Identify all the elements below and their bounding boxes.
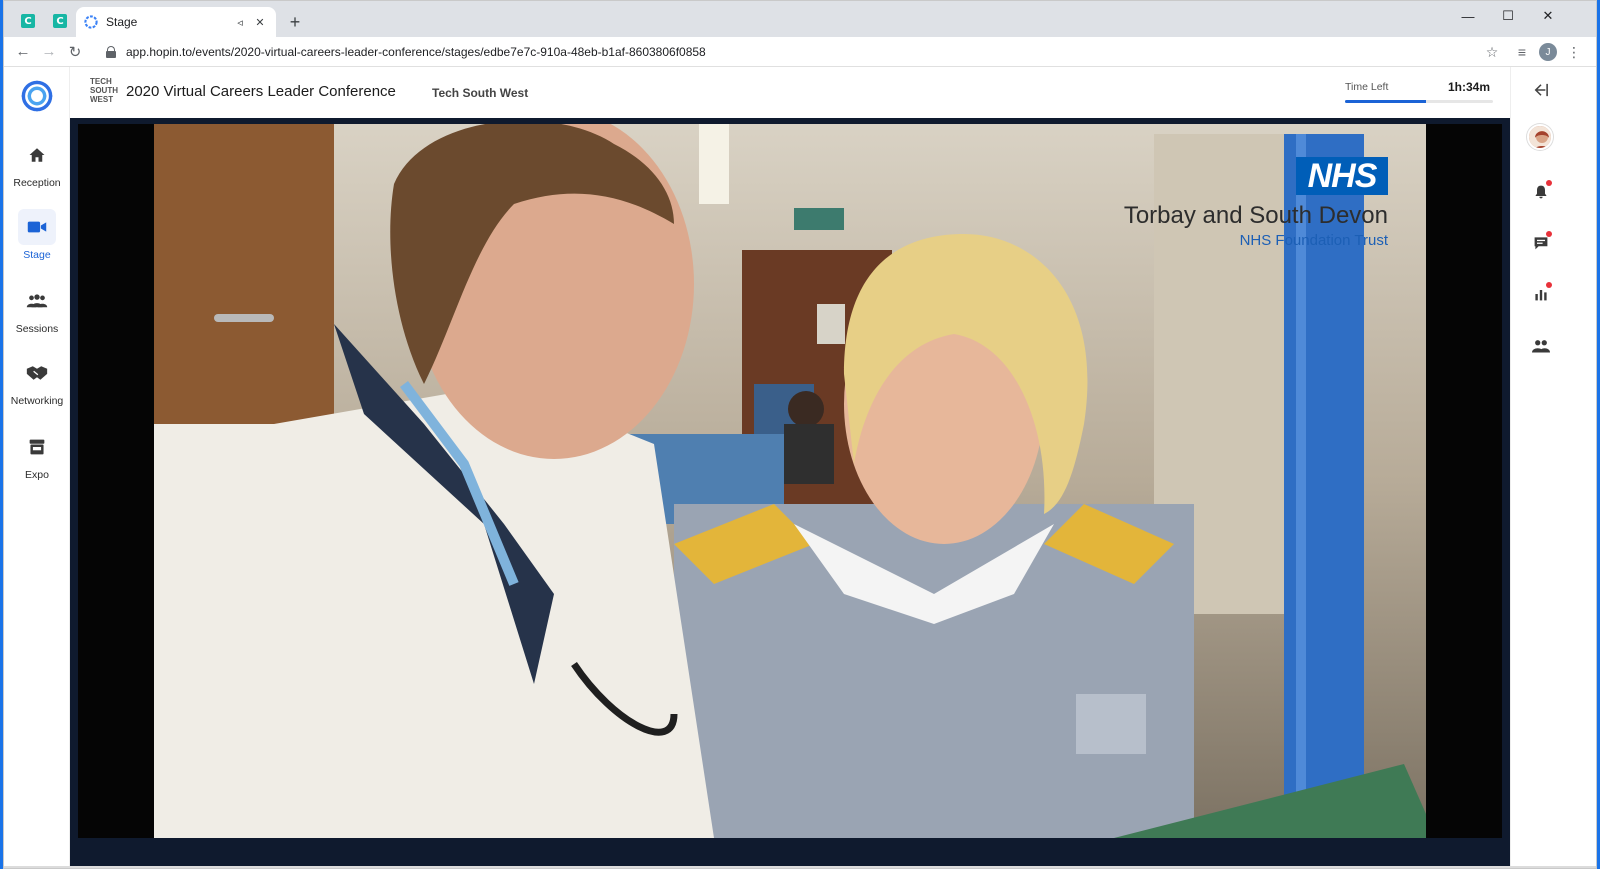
stage-area: NHS Torbay and South Devon NHS Foundatio…: [70, 118, 1510, 868]
video-camera-icon: [27, 221, 47, 233]
bar-chart-icon: [1535, 290, 1547, 301]
notification-dot: [1546, 180, 1552, 186]
nav-item-networking[interactable]: Networking: [4, 355, 70, 415]
time-left-progress: [1345, 100, 1493, 103]
nav-label: Expo: [25, 469, 49, 481]
event-title: 2020 Virtual Careers Leader Conference: [126, 83, 396, 100]
back-icon[interactable]: ←: [10, 39, 36, 65]
address-bar[interactable]: app.hopin.to/events/2020-virtual-careers…: [96, 40, 1486, 64]
tab-title: Stage: [106, 15, 138, 29]
media-controls-icon[interactable]: ≡: [1510, 40, 1534, 64]
right-rail: [1510, 67, 1596, 868]
browser-toolbar: ← → ↻ app.hopin.to/events/2020-virtual-c…: [4, 37, 1596, 67]
notifications-button[interactable]: [1528, 179, 1554, 205]
reload-icon[interactable]: ↻: [62, 39, 88, 65]
nav-label: Stage: [23, 249, 51, 261]
pinned-tab-favicon: C: [53, 14, 67, 28]
video-player[interactable]: NHS Torbay and South Devon NHS Foundatio…: [78, 124, 1502, 838]
nhs-logo: NHS: [1296, 157, 1388, 195]
notification-dot: [1546, 231, 1552, 237]
user-avatar-image: [1529, 126, 1551, 148]
chat-button[interactable]: [1528, 230, 1554, 256]
forward-icon[interactable]: →: [36, 39, 62, 65]
bell-icon: [1535, 185, 1547, 199]
maximize-icon[interactable]: ☐: [1488, 3, 1528, 29]
people-group-icon: [26, 294, 48, 308]
pinned-tab-2[interactable]: C: [46, 7, 74, 35]
people-button[interactable]: [1528, 333, 1554, 359]
close-window-icon[interactable]: ✕: [1528, 3, 1568, 29]
nav-item-sessions[interactable]: Sessions: [4, 283, 70, 343]
active-tab[interactable]: Stage ◃ ✕: [76, 7, 276, 37]
pinned-tab-1[interactable]: C: [14, 7, 42, 35]
browser-menu-icon[interactable]: ⋮: [1562, 40, 1586, 64]
left-navigation: Reception Stage Sessions Networking Expo: [4, 67, 70, 868]
hopin-favicon-icon: [84, 15, 98, 29]
trust-sub-caption: NHS Foundation Trust: [1239, 232, 1388, 249]
nav-label: Reception: [13, 177, 61, 189]
hopin-logo-icon[interactable]: [20, 79, 54, 113]
nav-item-reception[interactable]: Reception: [4, 137, 70, 197]
browser-window: C C Stage ◃ ✕ + — ☐ ✕ ← → ↻ app.hopin.to…: [3, 0, 1597, 869]
time-left-progress-fill: [1345, 100, 1427, 103]
bookmark-star-icon[interactable]: ☆: [1480, 40, 1504, 64]
new-tab-button[interactable]: +: [284, 11, 306, 33]
nav-label: Networking: [10, 395, 64, 407]
profile-button[interactable]: J: [1536, 40, 1560, 64]
nav-item-expo[interactable]: Expo: [4, 429, 70, 489]
hopin-app: Reception Stage Sessions Networking Expo…: [4, 67, 1596, 868]
tab-close-icon[interactable]: ✕: [252, 14, 268, 30]
tab-audio-icon[interactable]: ◃: [232, 14, 248, 30]
minimize-icon[interactable]: —: [1448, 3, 1488, 29]
lock-icon[interactable]: [106, 46, 116, 58]
time-left-value: 1h:34m: [1448, 80, 1491, 94]
event-logo: TECH SOUTH WEST: [90, 77, 118, 104]
chat-icon: [1534, 237, 1548, 250]
handshake-icon: [26, 366, 48, 380]
collapse-panel-button[interactable]: [1528, 77, 1554, 103]
people-icon: [1532, 340, 1550, 353]
pinned-tab-favicon: C: [21, 14, 35, 28]
store-icon: [29, 439, 45, 455]
url-text: app.hopin.to/events/2020-virtual-careers…: [126, 45, 706, 59]
video-scene: [154, 124, 1426, 838]
time-left-label: Time Left: [1345, 81, 1389, 93]
polls-button[interactable]: [1528, 281, 1554, 307]
tab-strip: C C Stage ◃ ✕ + — ☐ ✕: [4, 1, 1596, 37]
organizer-name[interactable]: Tech South West: [432, 86, 528, 100]
user-avatar[interactable]: [1527, 124, 1553, 150]
notification-dot: [1546, 282, 1552, 288]
trust-name-caption: Torbay and South Devon: [1123, 202, 1388, 229]
video-frame[interactable]: NHS Torbay and South Devon NHS Foundatio…: [154, 124, 1426, 838]
profile-avatar: J: [1539, 43, 1557, 61]
home-icon: [29, 148, 45, 162]
nav-label: Sessions: [15, 323, 59, 335]
collapse-arrow-icon: [1534, 83, 1548, 97]
event-header: TECH SOUTH WEST 2020 Virtual Careers Lea…: [70, 67, 1510, 119]
nav-item-stage[interactable]: Stage: [4, 209, 70, 269]
